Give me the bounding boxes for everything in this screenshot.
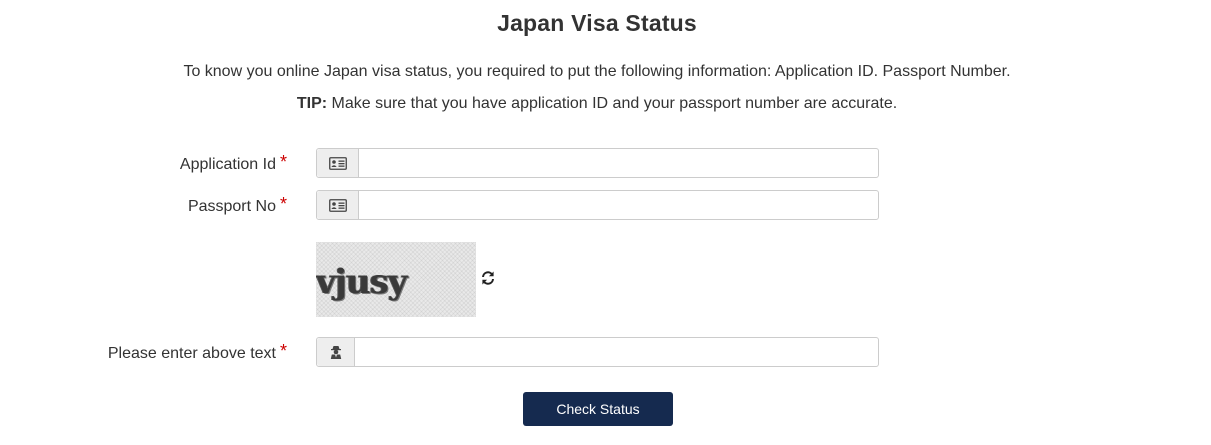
id-card-icon (317, 191, 359, 219)
page-title: Japan Visa Status (497, 10, 697, 36)
captcha-image: vjusy (316, 242, 476, 317)
required-asterisk: * (279, 152, 287, 172)
captcha-text: vjusy (316, 262, 408, 302)
intro-text: To know you online Japan visa status, yo… (183, 63, 1011, 80)
captcha-input-label: Please enter above text * (0, 341, 287, 363)
refresh-icon[interactable] (480, 270, 496, 286)
application-id-input[interactable] (359, 149, 878, 177)
user-secret-icon (317, 338, 355, 366)
check-status-button[interactable]: Check Status (523, 392, 673, 426)
tip-body: Make sure that you have application ID a… (327, 95, 898, 112)
passport-no-input[interactable] (359, 191, 878, 219)
tip-label: TIP: (296, 95, 328, 112)
required-asterisk: * (279, 194, 287, 214)
required-asterisk: * (279, 341, 287, 361)
passport-no-group (316, 190, 879, 220)
application-id-label-text: Application Id (179, 156, 276, 173)
captcha-input-label-text: Please enter above text (107, 345, 276, 362)
captcha-input[interactable] (355, 338, 878, 366)
application-id-group (316, 148, 879, 178)
passport-no-label-text: Passport No (187, 198, 276, 215)
tip-text: TIP: Make sure that you have application… (0, 95, 1194, 113)
visa-status-page: Japan Visa Status To know you online Jap… (0, 0, 1211, 445)
application-id-label: Application Id * (0, 152, 287, 174)
id-card-icon (317, 149, 359, 177)
passport-no-label: Passport No * (0, 194, 287, 216)
captcha-input-group (316, 337, 879, 367)
